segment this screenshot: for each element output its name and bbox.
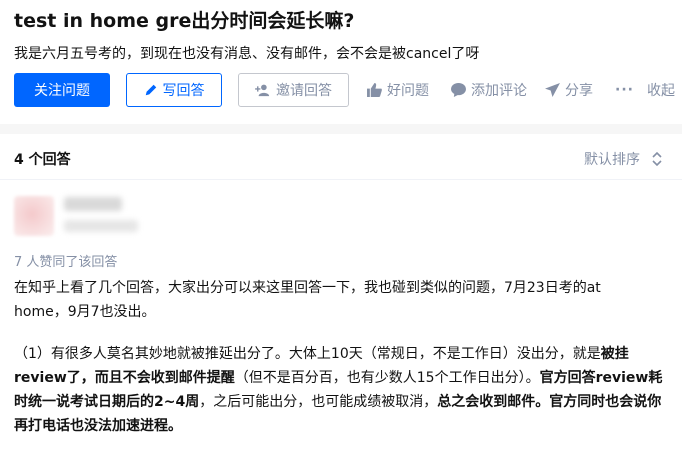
good-question-label: 好问题	[387, 83, 429, 99]
question-actions: 关注问题 写回答 邀请回答 好问题 添加评论 分享 ··· 收起	[14, 73, 682, 107]
write-answer-button[interactable]: 写回答	[126, 73, 222, 107]
comment-icon	[451, 83, 466, 97]
answer-count: 4 个回答	[14, 152, 71, 168]
p2-text-e: ，之后可能出分，也可能成绩被取消，	[199, 394, 438, 410]
thumb-up-icon	[367, 83, 382, 97]
answer-content: 在知乎上看了几个回答，大家出分可以来这里回答一下，我也碰到类似的问题，7月23日…	[14, 276, 666, 438]
follow-question-label: 关注问题	[34, 83, 90, 99]
good-question-button[interactable]: 好问题	[367, 73, 429, 107]
sort-label: 默认排序	[584, 152, 640, 168]
answer-paragraph-2: （1）有很多人莫名其妙地就被推延出分了。大体上10天（常规日，不是工作日）没出分…	[14, 342, 666, 438]
invite-answer-button[interactable]: 邀请回答	[238, 73, 349, 107]
question-detail: 我是六月五号考的，到现在也没有消息、没有邮件，会不会是被cancel了呀	[14, 46, 480, 62]
share-button[interactable]: 分享	[545, 73, 593, 107]
add-comment-button[interactable]: 添加评论	[451, 73, 527, 107]
zhihu-question-page: test in home gre出分时间会延长嘛? 我是六月五号考的，到现在也没…	[0, 0, 682, 453]
p2-text-a: （1）有很多人莫名其妙地就被推延出分了。大体上10天（常规日，不是工作日）没出分…	[14, 346, 601, 362]
question-title[interactable]: test in home gre出分时间会延长嘛?	[14, 6, 354, 33]
more-actions-button[interactable]: ···	[615, 73, 634, 107]
invite-user-icon	[255, 84, 270, 97]
share-plane-icon	[545, 83, 560, 97]
answer-paragraph-1: 在知乎上看了几个回答，大家出分可以来这里回答一下，我也碰到类似的问题，7月23日…	[14, 276, 666, 324]
collapse-label: 收起	[647, 83, 675, 99]
answers-list: 4 个回答 默认排序 7 人赞同了该回答 在知乎上看了几个回答，大家出分可以来这…	[0, 134, 682, 453]
p2-text-c: （但不是百分百，也有少数人15个工作日出分）。	[234, 370, 540, 386]
answers-list-header: 4 个回答 默认排序	[0, 134, 682, 180]
author-name-blurred[interactable]	[64, 197, 122, 211]
write-answer-label: 写回答	[162, 83, 205, 99]
collapse-button[interactable]: 收起	[647, 73, 675, 107]
question-header: test in home gre出分时间会延长嘛? 我是六月五号考的，到现在也没…	[0, 0, 682, 124]
pencil-icon	[145, 84, 156, 96]
follow-question-button[interactable]: 关注问题	[14, 73, 110, 107]
answer-para1-line1: 在知乎上看了几个回答，大家出分可以来这里回答一下，我也碰到类似的问题，7月23日…	[14, 280, 601, 296]
more-dots-icon: ···	[615, 82, 634, 98]
author-headline-blurred	[64, 220, 138, 232]
sort-updown-icon	[652, 152, 662, 166]
upvote-count-text[interactable]: 7 人赞同了该回答	[14, 251, 117, 270]
answer-para1-line2: home，9月7也没出。	[14, 304, 156, 320]
author-avatar[interactable]	[14, 196, 54, 236]
add-comment-label: 添加评论	[471, 83, 527, 99]
share-label: 分享	[565, 83, 593, 99]
section-separator	[0, 124, 682, 134]
invite-answer-label: 邀请回答	[276, 83, 332, 99]
sort-dropdown[interactable]: 默认排序	[584, 149, 662, 169]
